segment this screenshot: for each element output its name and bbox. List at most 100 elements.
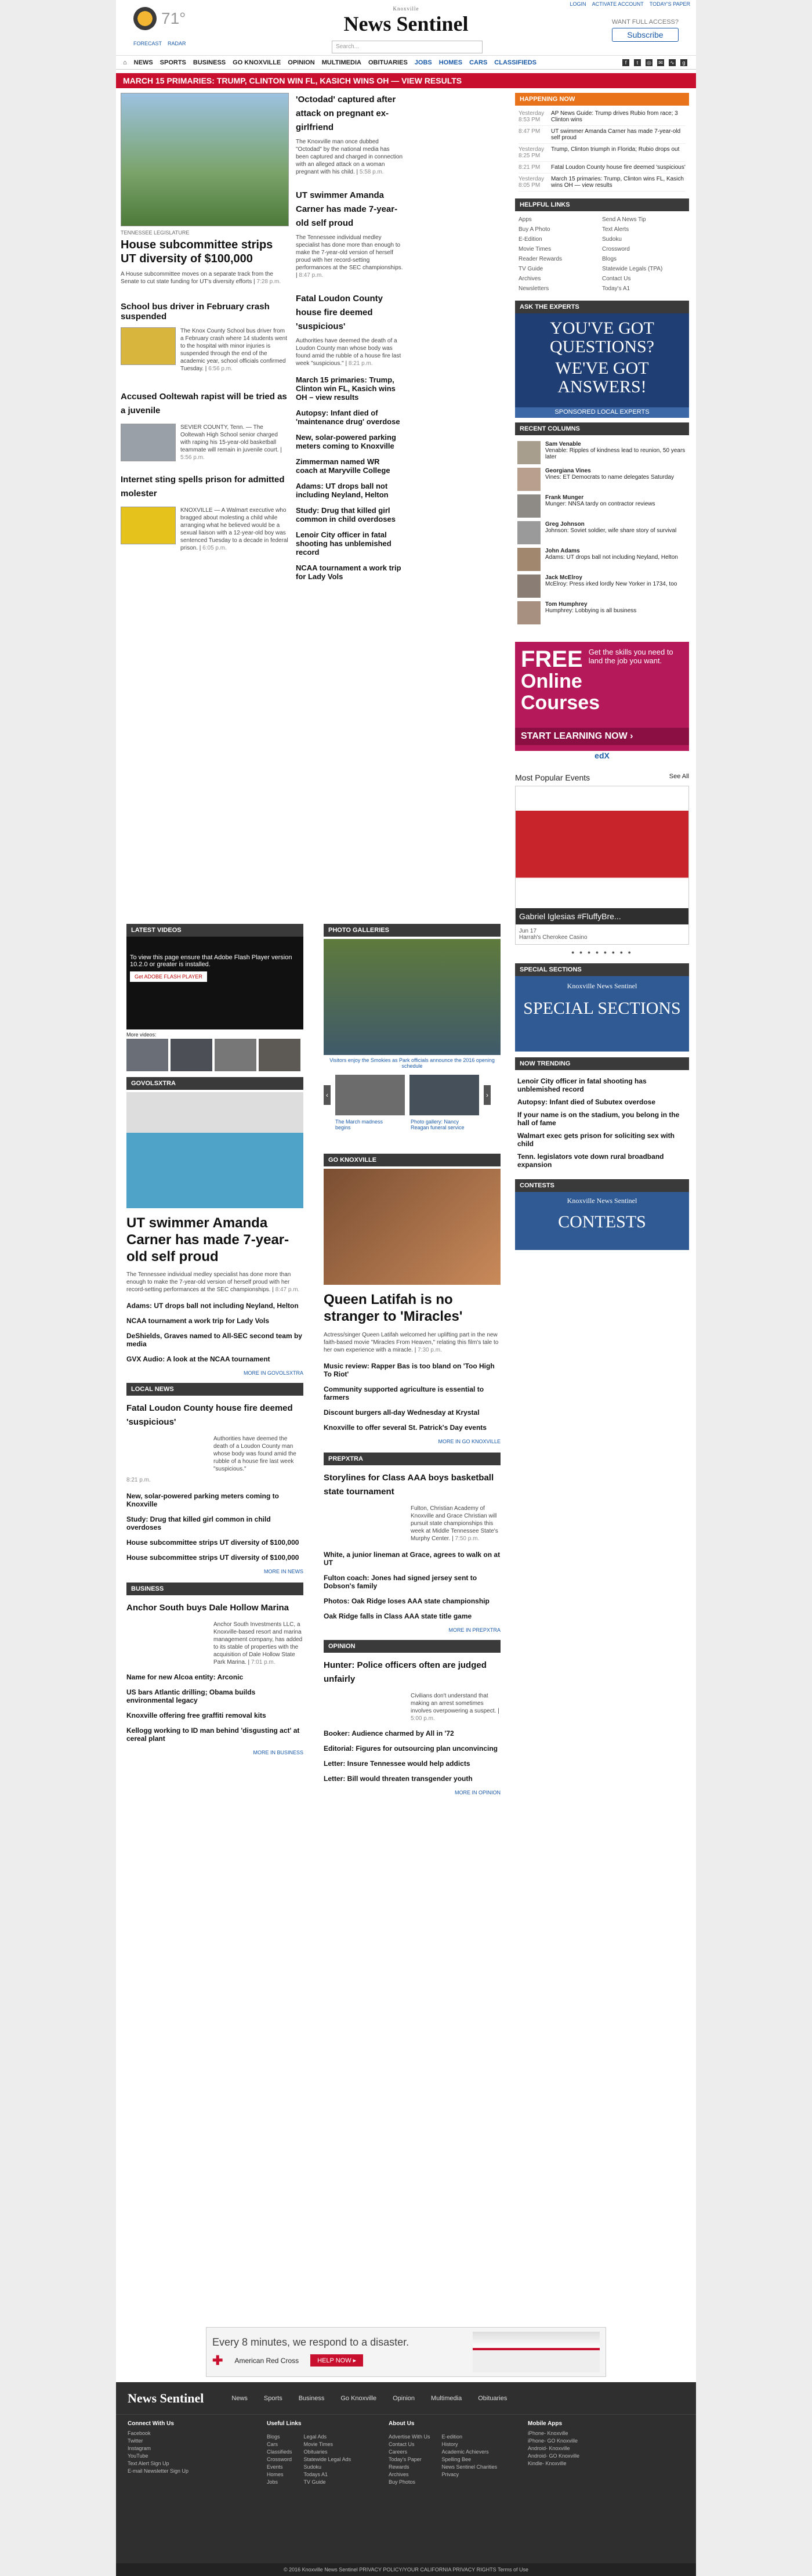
see-all-link[interactable]: See All [669,773,689,782]
mid-headline[interactable]: UT swimmer Amanda Carner has made 7-year… [296,189,403,230]
list-item[interactable]: Autopsy: Infant died of Subutex overdose [517,1098,687,1106]
footer-nav-item[interactable]: News [231,2395,248,2402]
story-headline[interactable]: Accused Ooltewah rapist will be tried as… [121,390,289,418]
nav-sports[interactable]: SPORTS [160,59,186,66]
mid-headline[interactable]: Fatal Loudon County house fire deemed 's… [296,292,403,334]
list-item[interactable]: Jack McElroy McElroy: Press irked lordly … [517,575,687,598]
list-item[interactable]: Yesterday 8:05 PM March 15 primaries: Tru… [519,174,686,192]
twitter-icon[interactable]: t [634,59,641,66]
list-item[interactable]: Georgiana Vines Vines: ET Democrats to na… [517,468,687,491]
gallery-thumb[interactable] [335,1075,405,1115]
list-item[interactable]: NCAA tournament a work trip for Lady Vol… [126,1317,303,1325]
todays-paper-link[interactable]: TODAY'S PAPER [650,1,690,7]
chevron-right-icon[interactable]: › [484,1085,491,1105]
weather-widget[interactable]: 71° [133,7,186,30]
courthouse-photo[interactable] [121,424,176,461]
chevron-left-icon[interactable]: ‹ [324,1085,331,1105]
list-item[interactable]: If your name is on the stadium, you belo… [517,1111,687,1127]
footer-link[interactable]: Instagram [128,2445,244,2451]
footer-link[interactable]: Facebook [128,2430,244,2436]
list-item[interactable]: Tenn. legislators vote down rural broadb… [517,1152,687,1169]
event-card[interactable]: Gabriel Iglesias #FluffyBre... Jun 17 Har… [515,786,689,945]
list-item[interactable]: Frank Munger Munger: NNSA tardy on contra… [517,494,687,518]
opinion-headline[interactable]: Hunter: Police officers often are judged… [324,1659,501,1686]
list-item[interactable]: Study: Drug that killed girl common in c… [126,1515,303,1531]
list-item[interactable]: Knoxville offering free graffiti removal… [126,1711,303,1719]
more-business-link[interactable]: MORE IN BUSINESS [126,1750,303,1755]
list-item[interactable]: Sam Venable Venable: Ripples of kindness … [517,441,687,464]
list-item[interactable]: March 15 primaries: Trump, Clinton win F… [296,375,403,402]
lead-headline[interactable]: House subcommittee strips UT diversity o… [121,238,289,266]
list-item[interactable]: 8:21 PM Fatal Loudon County house fire de… [519,162,686,174]
nav-homes[interactable]: HOMES [439,59,462,66]
latifah-photo[interactable] [324,1169,501,1285]
goknox-headline[interactable]: Queen Latifah is no stranger to 'Miracle… [324,1292,501,1325]
list-item[interactable]: Lenoir City officer in fatal shooting ha… [517,1077,687,1093]
footer-nav-item[interactable]: Opinion [393,2395,415,2402]
red-cross-ad[interactable]: Every 8 minutes, we respond to a disaste… [206,2327,606,2377]
list-item[interactable]: Booker: Audience charmed by All in '72 [324,1729,501,1737]
experts-ad[interactable]: YOU'VE GOT QUESTIONS? WE'VE GOT ANSWERS! SP… [515,313,689,418]
video-thumb[interactable] [215,1039,256,1071]
carousel-dots[interactable]: ● ● ● ● ● ● ● ● [515,949,689,955]
list-item[interactable]: Oak Ridge falls in Class AAA state title… [324,1612,501,1620]
list-item[interactable]: Community supported agriculture is essen… [324,1385,501,1401]
footer-logo[interactable]: News Sentinel [128,2391,204,2406]
list-item[interactable]: Discount burgers all-day Wednesday at Kr… [324,1408,501,1417]
instagram-icon[interactable]: ◎ [646,59,652,66]
list-item[interactable]: Name for new Alcoa entity: Arconic [126,1673,303,1681]
list-item[interactable]: Music review: Rapper Bas is too bland on… [324,1362,501,1378]
list-item[interactable]: Autopsy: Infant died of 'maintenance dru… [296,409,403,426]
footer-nav-item[interactable]: Multimedia [431,2395,462,2402]
free-courses-ad[interactable]: FREE Get the skills you need to land the … [515,642,689,764]
search-input[interactable]: Search... [332,41,483,53]
list-item[interactable]: Knoxville to offer several St. Patrick's… [324,1424,501,1432]
footer-nav-item[interactable]: Obituaries [478,2395,507,2402]
googleplus-icon[interactable]: g [680,59,687,66]
footer-nav-item[interactable]: Sports [264,2395,282,2402]
login-link[interactable]: LOGIN [570,1,586,7]
home-icon[interactable]: ⌂ [123,59,127,66]
more-prep-link[interactable]: MORE IN PREPXTRA [324,1627,501,1633]
help-now-button[interactable]: HELP NOW ▸ [310,2354,364,2367]
more-news-link[interactable]: MORE IN NEWS [126,1569,303,1574]
swimmer-photo[interactable] [126,1092,303,1208]
list-item[interactable]: Zimmerman named WR coach at Maryville Co… [296,457,403,475]
business-headline[interactable]: Anchor South buys Dale Hollow Marina [126,1601,303,1615]
list-item[interactable]: John Adams Adams: UT drops ball not inclu… [517,548,687,571]
list-item[interactable]: White, a junior lineman at Grace, agrees… [324,1551,501,1567]
list-item[interactable]: Fulton coach: Jones had signed jersey se… [324,1574,501,1590]
list-item[interactable]: Adams: UT drops ball not including Neyla… [296,482,403,499]
facebook-icon[interactable]: f [622,59,629,66]
list-item[interactable]: Editorial: Figures for outsourcing plan … [324,1744,501,1753]
flash-button[interactable]: Get ADOBE FLASH PLAYER [130,971,207,982]
list-item[interactable]: US bars Atlantic drilling; Obama builds … [126,1688,303,1704]
nav-jobs[interactable]: JOBS [415,59,432,66]
activate-link[interactable]: ACTIVATE ACCOUNT [592,1,644,7]
nav-business[interactable]: BUSINESS [193,59,226,66]
nav-classifieds[interactable]: CLASSIFIEDS [494,59,536,66]
nav-cars[interactable]: CARS [469,59,487,66]
local-headline[interactable]: Fatal Loudon County house fire deemed 's… [126,1401,303,1429]
list-item[interactable]: New, solar-powered parking meters coming… [126,1492,303,1508]
nav-obituaries[interactable]: OBITUARIES [368,59,408,66]
list-item[interactable]: Tom Humphrey Humphrey: Lobbying is all bu… [517,601,687,624]
nav-goknox[interactable]: GO KNOXVILLE [233,59,281,66]
govols-headline[interactable]: UT swimmer Amanda Carner has made 7-year… [126,1215,303,1265]
list-item[interactable]: Yesterday 8:25 PM Trump, Clinton triumph … [519,144,686,162]
list-item[interactable]: Letter: Bill would threaten transgender … [324,1775,501,1783]
video-player[interactable]: To view this page ensure that Adobe Flas… [126,937,303,1029]
gallery-thumb[interactable] [409,1075,479,1115]
school-bus-photo[interactable] [121,327,176,365]
list-item[interactable]: House subcommittee strips UT diversity o… [126,1538,303,1547]
story-headline[interactable]: School bus driver in February crash susp… [121,302,289,321]
video-thumb[interactable] [259,1039,300,1071]
list-item[interactable]: Lenoir City officer in fatal shooting ha… [296,530,403,557]
list-item[interactable]: Kellogg working to ID man behind 'disgus… [126,1726,303,1743]
footer-link[interactable]: YouTube [128,2453,244,2459]
list-item[interactable]: New, solar-powered parking meters coming… [296,433,403,450]
list-item[interactable]: Greg Johnson Johnson: Soviet soldier, wif… [517,521,687,544]
special-sections-ad[interactable]: Knoxville News Sentinel SPECIAL SECTIONS [515,976,689,1052]
mid-headline[interactable]: 'Octodad' captured after attack on pregn… [296,93,403,135]
footer-link[interactable]: Twitter [128,2438,244,2444]
